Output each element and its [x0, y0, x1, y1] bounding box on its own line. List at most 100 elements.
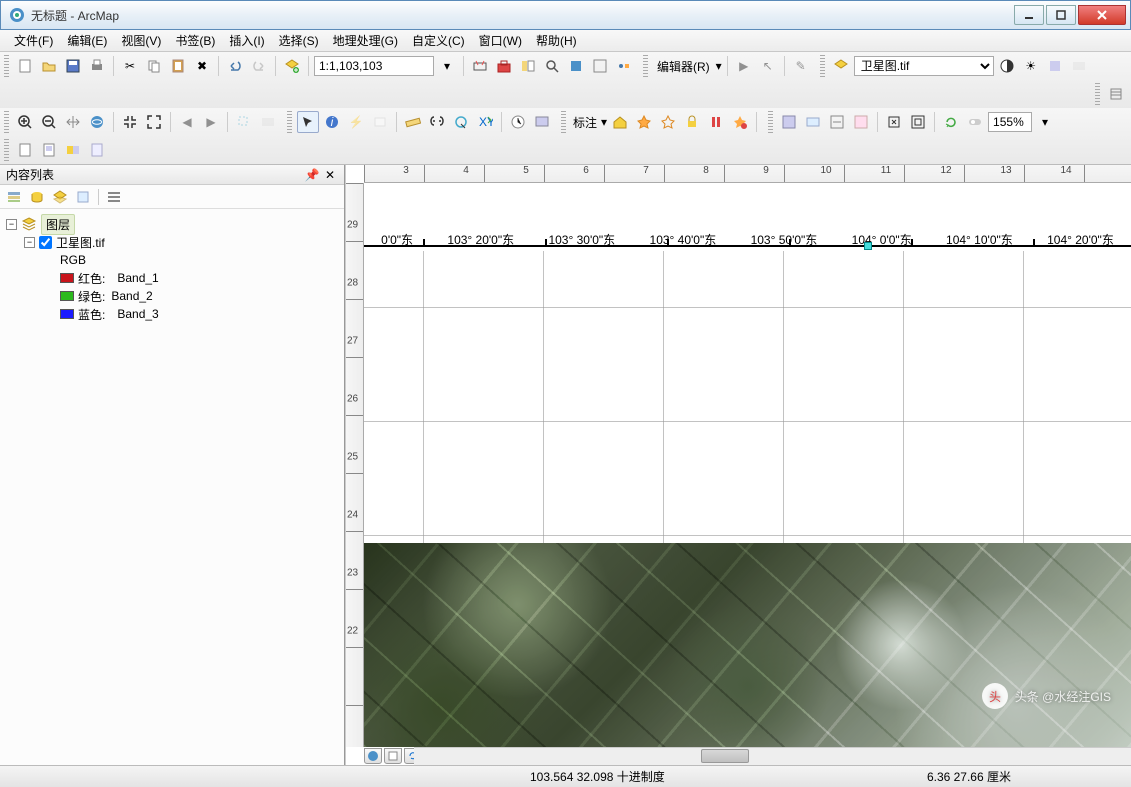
menu-help[interactable]: 帮助(H) [530, 30, 583, 51]
options-icon[interactable] [104, 187, 124, 207]
identify-icon[interactable]: i [321, 111, 343, 133]
scale-input[interactable] [314, 56, 434, 76]
toolbox-icon[interactable] [493, 55, 515, 77]
save-icon[interactable] [62, 55, 84, 77]
refresh-icon[interactable] [940, 111, 962, 133]
brightness-icon[interactable]: ☀ [1020, 55, 1042, 77]
layout-icon3[interactable] [62, 139, 84, 161]
layer-effect-icon[interactable] [830, 55, 852, 77]
transparency-icon[interactable] [1044, 55, 1066, 77]
new-icon[interactable] [14, 55, 36, 77]
pan-icon[interactable] [62, 111, 84, 133]
layer-visibility-checkbox[interactable] [39, 236, 52, 249]
toolbar-grip[interactable] [768, 111, 773, 133]
toggle-icon[interactable] [964, 111, 986, 133]
fixed-zoom-out-icon[interactable] [143, 111, 165, 133]
menu-file[interactable]: 文件(F) [8, 30, 59, 51]
toolbar-grip[interactable] [1095, 83, 1100, 105]
toolbar-grip[interactable] [561, 111, 566, 133]
full-extent-icon[interactable] [86, 111, 108, 133]
python-icon[interactable] [589, 55, 611, 77]
data-view-tab[interactable] [364, 748, 382, 764]
minimize-button[interactable] [1014, 5, 1044, 25]
close-button[interactable] [1078, 5, 1126, 25]
toolbar-grip[interactable] [287, 111, 292, 133]
lock-labels-icon[interactable] [681, 111, 703, 133]
find-icon[interactable] [426, 111, 448, 133]
fit-icon2[interactable] [907, 111, 929, 133]
editor-menu[interactable]: 编辑器(R) [653, 58, 714, 75]
undo-icon[interactable] [224, 55, 246, 77]
zoom-out-icon[interactable] [38, 111, 60, 133]
pin-icon[interactable]: 📌 [304, 168, 320, 182]
select-elements-icon[interactable] [297, 111, 319, 133]
map-view[interactable]: 34567891011121314 2928272625242322 0'0"东… [345, 165, 1131, 765]
maximize-button[interactable] [1046, 5, 1076, 25]
cut-icon[interactable]: ✂ [119, 55, 141, 77]
horizontal-scrollbar[interactable] [414, 747, 1131, 765]
list-by-selection-icon[interactable] [73, 187, 93, 207]
layer-select[interactable]: 卫星图.tif [854, 56, 994, 76]
tree-layer[interactable]: − 卫星图.tif [6, 233, 338, 251]
paste-icon[interactable] [167, 55, 189, 77]
open-icon[interactable] [38, 55, 60, 77]
collapse-icon[interactable]: − [24, 237, 35, 248]
menu-edit[interactable]: 编辑(E) [61, 30, 113, 51]
list-by-drawing-icon[interactable] [4, 187, 24, 207]
time-slider-icon[interactable] [507, 111, 529, 133]
catalog-icon[interactable] [517, 55, 539, 77]
contrast-icon[interactable] [996, 55, 1018, 77]
georef-icon3[interactable] [826, 111, 848, 133]
toolbar-grip[interactable] [4, 111, 9, 133]
label-menu[interactable]: 标注 [571, 114, 599, 131]
menu-windows[interactable]: 窗口(W) [473, 30, 528, 51]
layout-view-tab[interactable] [384, 748, 402, 764]
editor-toolbar-icon[interactable] [469, 55, 491, 77]
list-by-source-icon[interactable] [27, 187, 47, 207]
view-unplaced-icon[interactable] [729, 111, 751, 133]
find-route-icon[interactable] [450, 111, 472, 133]
menu-geoprocessing[interactable]: 地理处理(G) [327, 30, 404, 51]
delete-icon[interactable]: ✖ [191, 55, 213, 77]
label-manager-icon[interactable] [609, 111, 631, 133]
layout-icon2[interactable] [38, 139, 60, 161]
graticule-handle[interactable] [864, 242, 872, 250]
create-viewer-icon[interactable] [531, 111, 553, 133]
fixed-zoom-in-icon[interactable] [119, 111, 141, 133]
scrollbar-thumb[interactable] [701, 749, 749, 763]
layout-icon1[interactable] [14, 139, 36, 161]
print-icon[interactable] [86, 55, 108, 77]
label-priority-icon[interactable] [633, 111, 655, 133]
toolbar-grip[interactable] [4, 139, 9, 161]
scale-dropdown-icon[interactable]: ▾ [436, 55, 458, 77]
georef-icon4[interactable] [850, 111, 872, 133]
menu-view[interactable]: 视图(V) [115, 30, 167, 51]
georef-icon2[interactable] [802, 111, 824, 133]
menu-customize[interactable]: 自定义(C) [406, 30, 471, 51]
menu-selection[interactable]: 选择(S) [273, 30, 325, 51]
pause-labels-icon[interactable] [705, 111, 727, 133]
toolbar-grip[interactable] [4, 55, 9, 77]
zoom-pct-dropdown[interactable]: ▾ [1034, 111, 1056, 133]
map-canvas[interactable]: 0'0"东103° 20'0"东103° 30'0"东103° 40'0"东10… [364, 183, 1131, 747]
label-weight-icon[interactable] [657, 111, 679, 133]
layout-icon4[interactable] [86, 139, 108, 161]
add-data-icon[interactable] [281, 55, 303, 77]
menu-insert[interactable]: 插入(I) [223, 30, 270, 51]
model-builder-icon[interactable] [613, 55, 635, 77]
close-panel-icon[interactable]: ✕ [322, 168, 338, 182]
zoom-pct-input[interactable] [988, 112, 1032, 132]
settings-icon[interactable] [1105, 83, 1127, 105]
collapse-icon[interactable]: − [6, 219, 17, 230]
zoom-in-icon[interactable] [14, 111, 36, 133]
toolbar-grip[interactable] [820, 55, 825, 77]
list-by-visibility-icon[interactable] [50, 187, 70, 207]
georef-icon1[interactable] [778, 111, 800, 133]
menu-bookmarks[interactable]: 书签(B) [169, 30, 221, 51]
arc-toolbox-icon[interactable] [565, 55, 587, 77]
go-to-xy-icon[interactable]: XY [474, 111, 496, 133]
toolbar-grip[interactable] [643, 55, 648, 77]
copy-icon[interactable] [143, 55, 165, 77]
search-icon[interactable] [541, 55, 563, 77]
tree-root[interactable]: − 图层 [6, 215, 338, 233]
